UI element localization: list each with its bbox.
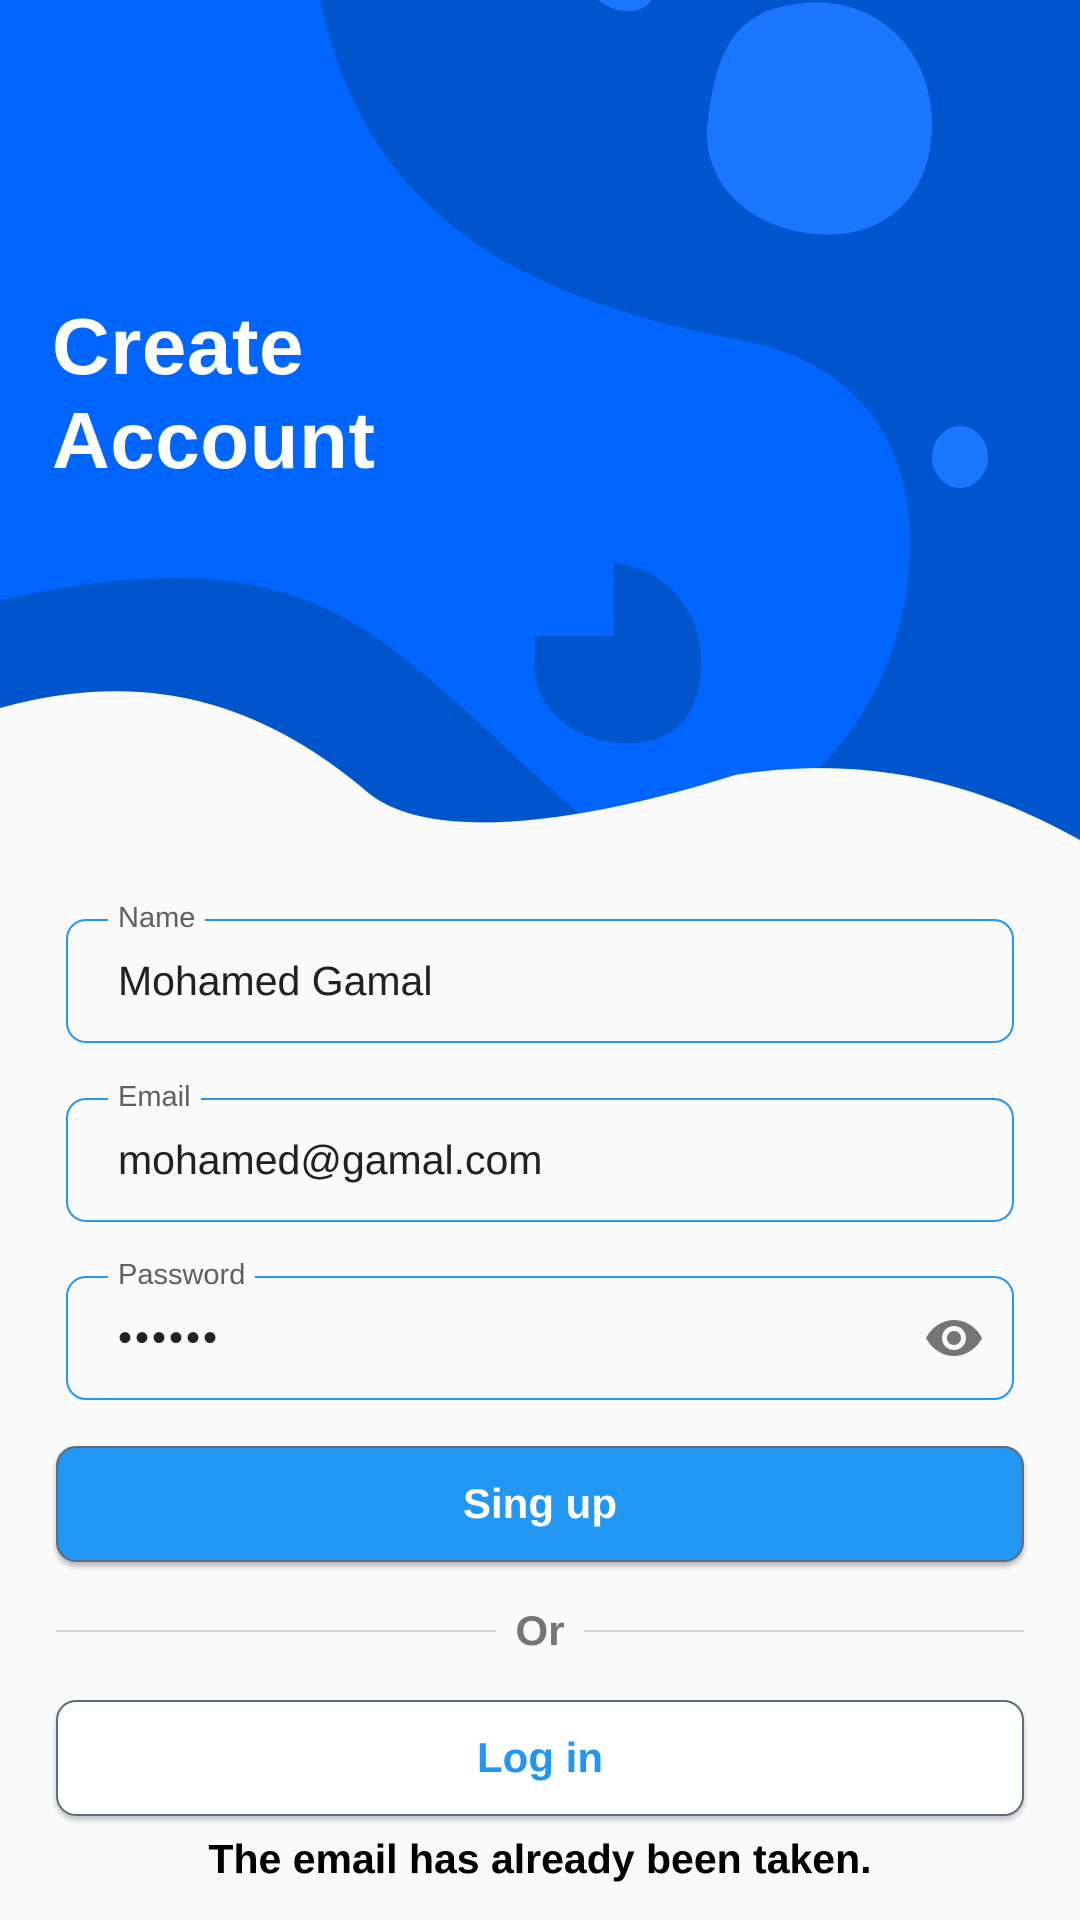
password-input[interactable] (118, 1310, 818, 1366)
page-title-line2: Account (52, 396, 376, 485)
email-field[interactable]: Email (66, 1079, 1014, 1222)
eye-icon[interactable] (926, 1316, 982, 1360)
name-field[interactable]: Name (66, 900, 1014, 1043)
page-title-line1: Create (52, 302, 305, 391)
email-input[interactable] (118, 1132, 938, 1188)
page-title: Create Account (52, 300, 376, 488)
divider-line-left (56, 1630, 496, 1632)
name-input[interactable] (118, 953, 938, 1009)
login-button[interactable]: Log in (56, 1700, 1024, 1816)
password-field[interactable]: Password (66, 1257, 1014, 1400)
password-field-label: Password (108, 1257, 256, 1293)
name-field-label: Name (108, 900, 206, 936)
error-message: The email has already been taken. (208, 1836, 872, 1882)
divider-label: Or (515, 1607, 565, 1654)
email-field-label: Email (108, 1079, 201, 1115)
header-illustration: Create Account (0, 0, 1080, 860)
signup-button[interactable]: Sing up (56, 1446, 1024, 1562)
signup-screen: Create Account Name Email Password Sing … (0, 0, 1080, 1920)
divider-line-right (584, 1630, 1024, 1632)
